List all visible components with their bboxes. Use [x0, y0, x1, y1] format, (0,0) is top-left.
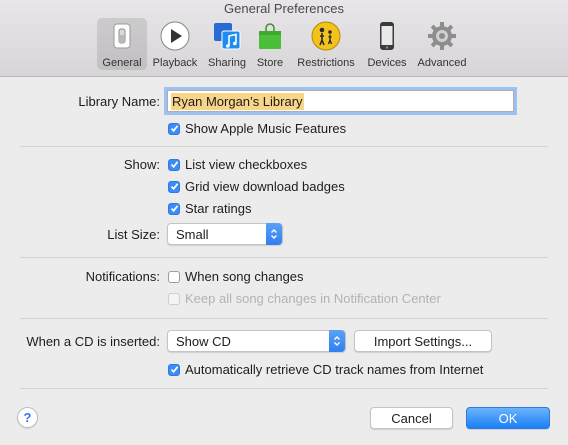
iphone-icon	[380, 22, 394, 50]
tab-sharing-label: Sharing	[208, 57, 246, 69]
keep-all-changes-label: Keep all song changes in Notification Ce…	[185, 291, 441, 306]
checkbox-checked-icon	[168, 122, 180, 135]
cd-action-value: Show CD	[176, 333, 231, 349]
show-apple-music-label: Show Apple Music Features	[185, 121, 347, 136]
titlebar: General Preferences General Playback Sha…	[0, 0, 568, 77]
library-name-label: Library Name:	[78, 94, 160, 109]
list-view-checkboxes-checkbox[interactable]: List view checkboxes	[168, 157, 307, 172]
auto-retrieve-label: Automatically retrieve CD track names fr…	[185, 362, 484, 377]
list-size-popup[interactable]: Small	[167, 223, 283, 245]
notifications-label: Notifications:	[85, 269, 160, 284]
window-title: General Preferences	[224, 1, 344, 16]
grid-view-badges-label: Grid view download badges	[185, 179, 345, 194]
library-name-value: Ryan Morgan’s Library	[171, 92, 304, 110]
import-settings-button[interactable]: Import Settings...	[354, 330, 492, 352]
keep-all-changes-checkbox: Keep all song changes in Notification Ce…	[168, 291, 441, 306]
star-ratings-checkbox[interactable]: Star ratings	[168, 201, 251, 216]
list-view-checkboxes-label: List view checkboxes	[185, 157, 308, 172]
tab-devices-label: Devices	[367, 57, 407, 69]
tab-sharing[interactable]: Sharing	[203, 18, 251, 70]
tab-advanced-label: Advanced	[417, 57, 467, 69]
help-button[interactable]: ?	[17, 407, 38, 428]
tab-general[interactable]: General	[97, 18, 147, 70]
show-label: Show:	[123, 157, 160, 172]
cd-action-popup[interactable]: Show CD	[167, 330, 346, 352]
divider	[20, 146, 548, 147]
star-ratings-label: Star ratings	[185, 201, 252, 216]
divider	[20, 257, 548, 258]
shopping-bag-icon	[259, 23, 281, 49]
checkbox-checked-icon	[168, 363, 180, 376]
list-size-value: Small	[176, 226, 209, 242]
tab-advanced[interactable]: Advanced	[414, 18, 470, 70]
checkbox-checked-icon	[168, 158, 180, 171]
tab-restrictions-label: Restrictions	[297, 57, 355, 69]
parental-restrictions-icon	[311, 21, 341, 51]
tab-store-label: Store	[256, 57, 284, 69]
library-name-field[interactable]: Ryan Morgan’s Library	[167, 90, 514, 112]
tab-playback[interactable]: Playback	[149, 18, 201, 70]
general-switch-icon	[113, 23, 131, 49]
when-song-changes-checkbox[interactable]: When song changes	[168, 269, 304, 284]
checkbox-disabled-icon	[168, 292, 180, 305]
when-song-changes-label: When song changes	[185, 269, 304, 284]
tab-store[interactable]: Store	[253, 18, 287, 70]
music-sharing-icon	[214, 23, 241, 50]
tab-general-label: General	[102, 57, 142, 69]
checkbox-checked-icon	[168, 202, 180, 215]
popup-chevrons-icon	[329, 330, 345, 352]
grid-view-badges-checkbox[interactable]: Grid view download badges	[168, 179, 345, 194]
tab-playback-label: Playback	[152, 57, 198, 69]
divider	[20, 388, 548, 389]
popup-chevrons-icon	[266, 223, 282, 245]
checkbox-checked-icon	[168, 180, 180, 193]
ok-button[interactable]: OK	[466, 407, 550, 429]
auto-retrieve-checkbox[interactable]: Automatically retrieve CD track names fr…	[168, 362, 483, 377]
play-icon	[160, 21, 190, 51]
divider	[20, 318, 548, 319]
list-size-label: List Size:	[107, 227, 160, 242]
cancel-button[interactable]: Cancel	[370, 407, 453, 429]
show-apple-music-checkbox[interactable]: Show Apple Music Features	[168, 121, 346, 136]
gear-icon	[428, 22, 456, 50]
cd-inserted-label: When a CD is inserted:	[26, 334, 160, 349]
tab-restrictions[interactable]: Restrictions	[292, 18, 360, 70]
tab-devices[interactable]: Devices	[364, 18, 410, 70]
checkbox-unchecked-icon	[168, 270, 180, 283]
